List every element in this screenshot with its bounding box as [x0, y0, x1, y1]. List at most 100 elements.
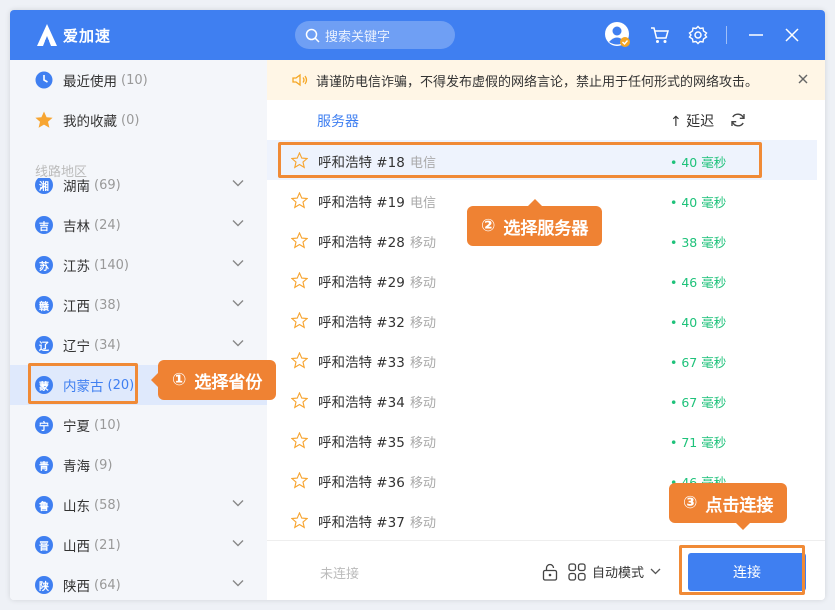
cart-icon — [651, 27, 669, 43]
star-outline-icon[interactable] — [291, 472, 308, 489]
province-badge: 鲁 — [35, 496, 53, 514]
sidebar-item-ningxia[interactable]: 宁 宁夏 (10) — [10, 405, 267, 445]
server-row[interactable]: 呼和浩特 #35 移动 • 71 毫秒 — [267, 420, 817, 460]
server-row[interactable]: 呼和浩特 #33 移动 • 67 毫秒 — [267, 340, 817, 380]
server-delay: • 38 毫秒 — [670, 235, 727, 250]
province-badge: 青 — [35, 456, 53, 474]
chevron-down-icon — [232, 580, 244, 587]
server-name: 呼和浩特 #37 — [318, 515, 405, 531]
province-badge: 苏 — [35, 256, 53, 274]
server-isp: 移动 — [410, 276, 437, 291]
tip-step-1: ① 选择省份 — [150, 360, 277, 400]
search-box[interactable]: 搜索关键字 — [295, 21, 455, 49]
sidebar-item-count: (64) — [94, 577, 121, 593]
star-icon — [35, 111, 53, 128]
chevron-down-icon — [232, 340, 244, 347]
title-bar: 爱加速 搜索关键字 — [10, 10, 825, 60]
sidebar-item-shandong[interactable]: 鲁 山东 (58) — [10, 485, 267, 525]
settings-button[interactable] — [684, 21, 712, 49]
server-isp: 移动 — [410, 356, 437, 371]
sidebar-item-label: 江西 — [63, 299, 90, 315]
sidebar-item-jiangxi[interactable]: 赣 江西 (38) — [10, 285, 267, 325]
tip-number: ② — [481, 216, 496, 236]
sidebar-item-jilin[interactable]: 吉 吉林 (24) — [10, 205, 267, 245]
server-row[interactable]: 呼和浩特 #34 移动 • 67 毫秒 — [267, 380, 817, 420]
chevron-down-icon — [232, 180, 244, 187]
server-name: 呼和浩特 #29 — [318, 275, 405, 291]
sidebar-item-label: 江苏 — [63, 259, 90, 275]
star-outline-icon[interactable] — [291, 392, 308, 409]
server-delay: • 71 毫秒 — [670, 435, 727, 450]
sidebar-item-label: 山西 — [63, 539, 90, 555]
sidebar-item-hunan[interactable]: 湘 湖南 (69) — [10, 178, 267, 205]
star-outline-icon[interactable] — [291, 512, 308, 529]
sidebar-item-count: (140) — [94, 257, 129, 273]
chevron-down-icon — [650, 568, 661, 575]
star-outline-icon[interactable] — [291, 272, 308, 289]
sidebar-item-label: 我的收藏 — [63, 114, 117, 130]
sidebar-item-jiangsu[interactable]: 苏 江苏 (140) — [10, 245, 267, 285]
star-outline-icon[interactable] — [291, 232, 308, 249]
sidebar-item-qinghai[interactable]: 青 青海 (9) — [10, 445, 267, 485]
server-delay: • 67 毫秒 — [670, 355, 727, 370]
close-button[interactable] — [778, 21, 806, 49]
server-name: 呼和浩特 #33 — [318, 355, 405, 371]
column-delay[interactable]: ↑ 延迟 — [670, 111, 714, 131]
server-name: 呼和浩特 #36 — [318, 475, 405, 491]
tip-number: ① — [172, 370, 187, 390]
server-delay: • 67 毫秒 — [670, 395, 727, 410]
server-isp: 移动 — [410, 316, 437, 331]
sidebar-item-shanxi[interactable]: 晋 山西 (21) — [10, 525, 267, 565]
sidebar-item-favorites[interactable]: 我的收藏 (0) — [10, 100, 267, 140]
province-badge: 湘 — [35, 178, 53, 194]
server-row[interactable]: 呼和浩特 #29 移动 • 46 毫秒 — [267, 260, 817, 300]
province-badge: 吉 — [35, 216, 53, 234]
server-isp: 移动 — [410, 516, 437, 531]
refresh-icon[interactable] — [730, 112, 746, 128]
avatar[interactable] — [604, 21, 632, 49]
tip-step-3: ③ 点击连接 — [669, 483, 788, 530]
mode-selector[interactable]: 自动模式 — [542, 562, 661, 581]
logo-icon — [37, 24, 57, 46]
server-isp: 移动 — [410, 436, 437, 451]
star-outline-icon[interactable] — [291, 312, 308, 329]
sidebar-item-liaoning[interactable]: 辽 辽宁 (34) — [10, 325, 267, 365]
sidebar-item-label: 辽宁 — [63, 339, 90, 355]
search-placeholder: 搜索关键字 — [325, 29, 391, 45]
notice-close-icon[interactable] — [797, 73, 809, 85]
sidebar-item-label: 吉林 — [63, 219, 90, 235]
search-icon — [305, 28, 320, 43]
sidebar-item-label: 山东 — [63, 499, 90, 515]
highlight-server — [278, 142, 762, 178]
minimize-icon — [749, 34, 763, 36]
server-name: 呼和浩特 #32 — [318, 315, 405, 331]
server-name: 呼和浩特 #34 — [318, 395, 405, 411]
sidebar-item-recent[interactable]: 最近使用 (10) — [10, 60, 267, 100]
notice-text: 请谨防电信诈骗，不得发布虚假的网络言论，禁止用于任何形式的网络攻击。 — [316, 74, 759, 90]
star-outline-icon[interactable] — [291, 192, 308, 209]
highlight-province — [28, 363, 138, 404]
chevron-down-icon — [232, 300, 244, 307]
sidebar-item-label: 湖南 — [63, 179, 90, 195]
cart-button[interactable] — [646, 21, 674, 49]
tip-number: ③ — [683, 493, 698, 513]
lock-icon[interactable] — [542, 563, 558, 581]
user-avatar-icon — [605, 22, 630, 47]
chevron-down-icon — [232, 540, 244, 547]
minimize-button[interactable] — [742, 21, 770, 49]
server-isp: 电信 — [410, 196, 437, 211]
tip-text: 点击连接 — [705, 495, 774, 516]
star-outline-icon[interactable] — [291, 432, 308, 449]
clock-icon — [35, 71, 53, 89]
sidebar-item-shaanxi[interactable]: 陕 陕西 (64) — [10, 565, 267, 600]
province-badge: 辽 — [35, 336, 53, 354]
list-scrollbar[interactable] — [817, 140, 821, 540]
star-outline-icon[interactable] — [291, 352, 308, 369]
highlight-connect — [679, 545, 805, 595]
sidebar-item-count: (69) — [94, 178, 121, 193]
server-row[interactable]: 呼和浩特 #32 移动 • 40 毫秒 — [267, 300, 817, 340]
server-isp: 移动 — [410, 476, 437, 491]
server-name: 呼和浩特 #35 — [318, 435, 405, 451]
sidebar-item-count: (21) — [94, 537, 121, 553]
column-server[interactable]: 服务器 — [317, 111, 359, 131]
